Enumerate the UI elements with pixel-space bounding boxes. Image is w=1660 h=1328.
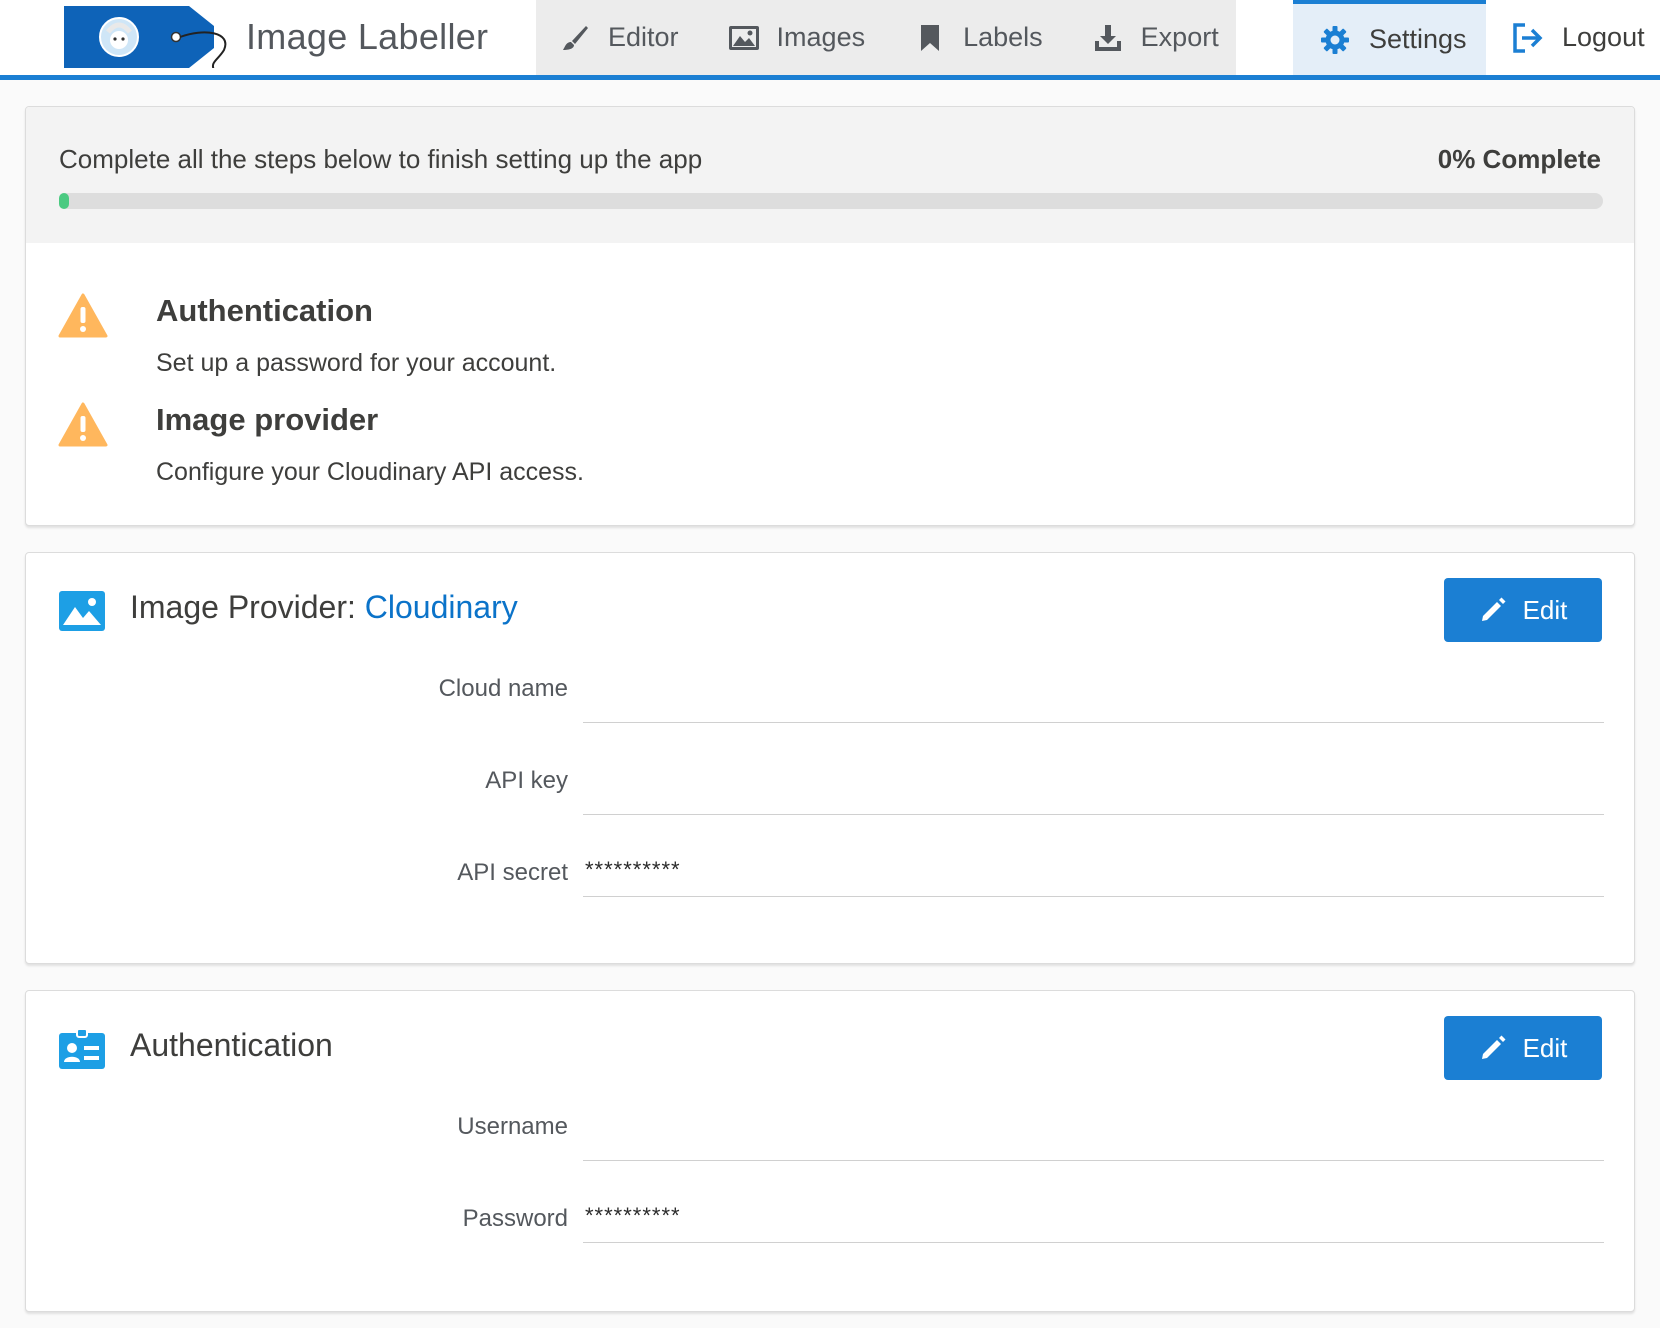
authentication-title: Authentication: [130, 1027, 333, 1063]
top-navigation-bar: Image Labeller Editor Images Labels Expo…: [0, 0, 1660, 80]
nav-labels[interactable]: Labels: [913, 0, 1043, 75]
paintbrush-icon: [558, 21, 592, 55]
nav-settings[interactable]: Settings: [1293, 0, 1486, 75]
setup-step-title: Authentication: [156, 293, 373, 328]
edit-button-label: Edit: [1522, 1032, 1568, 1063]
api-key-label: API key: [485, 767, 568, 794]
logout-icon: [1510, 20, 1546, 56]
cloud-name-label: Cloud name: [438, 675, 568, 702]
image-icon: [59, 591, 105, 631]
setup-progress-card: Complete all the steps below to finish s…: [25, 106, 1635, 526]
image-provider-title: Image Provider: Cloudinary: [130, 589, 518, 626]
app-title: Image Labeller: [246, 16, 489, 57]
api-secret-value: **********: [583, 847, 1604, 897]
nav-export[interactable]: Export: [1091, 0, 1219, 75]
nav-settings-label: Settings: [1369, 24, 1467, 54]
nav-editor-label: Editor: [608, 22, 679, 52]
setup-progress-header: Complete all the steps below to finish s…: [26, 107, 1634, 243]
username-value: [583, 1101, 1604, 1161]
nav-editor[interactable]: Editor: [558, 0, 679, 75]
setup-progress-fill: [59, 193, 69, 209]
api-key-value: [583, 755, 1604, 815]
password-value: **********: [583, 1193, 1604, 1243]
nav-images-label: Images: [776, 22, 866, 52]
password-label: Password: [462, 1205, 568, 1232]
cloud-name-field: Cloud name: [26, 657, 1634, 723]
warning-icon: [58, 293, 108, 338]
nav-labels-label: Labels: [963, 22, 1043, 52]
api-secret-label: API secret: [457, 859, 568, 886]
pencil-icon: [1479, 596, 1507, 624]
id-card-icon: [59, 1029, 105, 1069]
authentication-card: Authentication Edit Username Password **…: [25, 990, 1635, 1312]
api-key-field: API key: [26, 749, 1634, 815]
setup-percent-complete: 0% Complete: [1437, 144, 1601, 174]
username-field: Username: [26, 1095, 1634, 1161]
main-nav: Editor Images Labels Export: [536, 0, 1236, 75]
bookmark-icon: [913, 21, 947, 55]
edit-image-provider-button[interactable]: Edit: [1444, 578, 1602, 642]
nav-logout-label: Logout: [1562, 22, 1645, 52]
password-field: Password **********: [26, 1187, 1634, 1247]
setup-step-title: Image provider: [156, 402, 379, 437]
edit-button-label: Edit: [1522, 594, 1568, 625]
nav-images[interactable]: Images: [727, 0, 866, 75]
provider-name-link[interactable]: Cloudinary: [365, 589, 518, 625]
nav-export-label: Export: [1140, 22, 1219, 52]
setup-step-description: Set up a password for your account.: [156, 349, 557, 377]
app-logo-icon: [64, 6, 227, 68]
download-icon: [1091, 21, 1125, 55]
image-provider-title-text: Image Provider:: [130, 589, 365, 625]
image-icon: [727, 21, 761, 55]
setup-progress-bar: [59, 193, 1603, 209]
image-provider-card: Image Provider: Cloudinary Edit Cloud na…: [25, 552, 1635, 964]
setup-message: Complete all the steps below to finish s…: [59, 144, 703, 174]
nav-logout[interactable]: Logout: [1504, 0, 1660, 75]
gear-icon: [1317, 22, 1353, 58]
warning-icon: [58, 402, 108, 447]
setup-step-description: Configure your Cloudinary API access.: [156, 458, 584, 486]
api-secret-field: API secret **********: [26, 841, 1634, 901]
cloud-name-value: [583, 663, 1604, 723]
edit-authentication-button[interactable]: Edit: [1444, 1016, 1602, 1080]
pencil-icon: [1479, 1034, 1507, 1062]
username-label: Username: [457, 1113, 568, 1140]
